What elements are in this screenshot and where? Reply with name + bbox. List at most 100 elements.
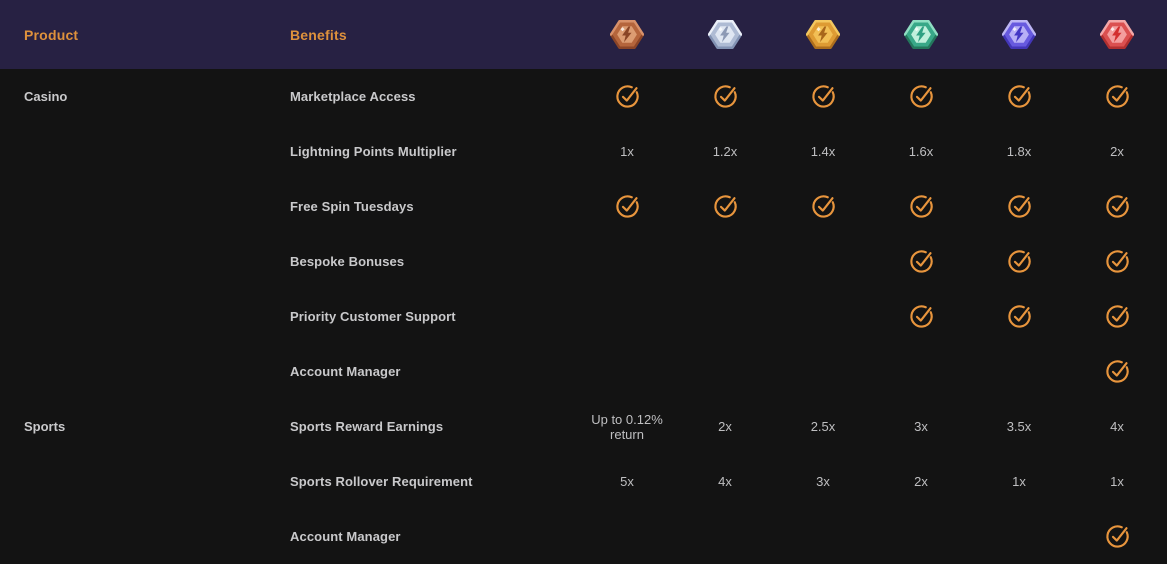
- check-cell: [970, 83, 1068, 110]
- tier-column-header: [970, 19, 1068, 50]
- value-cell: 5x: [578, 474, 676, 489]
- check-cell: [1068, 83, 1166, 110]
- value-text: 3x: [914, 419, 928, 434]
- check-cell: [774, 193, 872, 220]
- table-row: Sports Sports Reward Earnings Up to 0.12% …: [0, 399, 1167, 454]
- check-cell: [1068, 358, 1166, 385]
- value-cell: 1.6x: [872, 144, 970, 159]
- value-cell: 1.2x: [676, 144, 774, 159]
- benefit-label: Lightning Points Multiplier: [290, 144, 457, 159]
- table-row: Account Manager: [0, 509, 1167, 564]
- benefit-label: Free Spin Tuesdays: [290, 199, 414, 214]
- amethyst-badge-icon: [1002, 19, 1036, 50]
- value-cell: 1x: [578, 144, 676, 159]
- check-icon: [1104, 358, 1131, 385]
- benefit-label: Account Manager: [290, 364, 401, 379]
- value-text: 2x: [1110, 144, 1124, 159]
- check-icon: [1104, 523, 1131, 550]
- check-cell: [872, 303, 970, 330]
- value-text: 4x: [718, 474, 732, 489]
- ruby-badge-icon: [1100, 19, 1134, 50]
- value-text: 3x: [816, 474, 830, 489]
- value-cell: Up to 0.12% return: [578, 412, 676, 442]
- check-icon: [712, 83, 739, 110]
- check-icon: [908, 303, 935, 330]
- value-cell: 2x: [872, 474, 970, 489]
- value-text: 1.2x: [712, 144, 738, 159]
- value-cell: 1.8x: [970, 144, 1068, 159]
- value-cell: 2x: [676, 419, 774, 434]
- value-cell: 4x: [1068, 419, 1166, 434]
- check-cell: [774, 83, 872, 110]
- check-icon: [614, 193, 641, 220]
- tier-column-header: [1068, 19, 1166, 50]
- check-icon: [1104, 193, 1131, 220]
- value-cell: 1.4x: [774, 144, 872, 159]
- check-cell: [1068, 303, 1166, 330]
- check-icon: [810, 83, 837, 110]
- table-row: Sports Rollover Requirement 5x 4x 3x 2x 1x 1x: [0, 454, 1167, 509]
- value-text: 3.5x: [1006, 419, 1032, 434]
- value-cell: 2.5x: [774, 419, 872, 434]
- check-icon: [908, 248, 935, 275]
- value-text: 1.4x: [810, 144, 836, 159]
- product-label: Sports: [24, 419, 66, 434]
- check-icon: [1006, 83, 1033, 110]
- value-cell: 3x: [872, 419, 970, 434]
- check-icon: [810, 193, 837, 220]
- tier-column-header: [578, 19, 676, 50]
- table-row: Bespoke Bonuses: [0, 234, 1167, 289]
- check-icon: [1006, 193, 1033, 220]
- silver-badge-icon: [708, 19, 742, 50]
- value-text: 4x: [1110, 419, 1124, 434]
- check-icon: [1006, 248, 1033, 275]
- check-cell: [970, 193, 1068, 220]
- table-row: Priority Customer Support: [0, 289, 1167, 344]
- check-cell: [970, 303, 1068, 330]
- check-icon: [1006, 303, 1033, 330]
- value-text: 2x: [914, 474, 928, 489]
- value-text: 5x: [620, 474, 634, 489]
- tier-column-header: [774, 19, 872, 50]
- check-icon: [1104, 248, 1131, 275]
- check-icon: [712, 193, 739, 220]
- tier-column-header: [872, 19, 970, 50]
- check-cell: [578, 83, 676, 110]
- value-cell: 1x: [1068, 474, 1166, 489]
- table-row: Free Spin Tuesdays: [0, 179, 1167, 234]
- value-cell: 3.5x: [970, 419, 1068, 434]
- check-cell: [578, 193, 676, 220]
- product-label: Casino: [24, 89, 68, 104]
- check-cell: [1068, 193, 1166, 220]
- value-cell: 2x: [1068, 144, 1166, 159]
- check-cell: [676, 193, 774, 220]
- check-icon: [908, 83, 935, 110]
- benefit-label: Sports Reward Earnings: [290, 419, 444, 434]
- tier-column-header: [676, 19, 774, 50]
- product-column-header: Product: [24, 26, 79, 43]
- table-row: Account Manager: [0, 344, 1167, 399]
- check-cell: [676, 83, 774, 110]
- benefit-label: Priority Customer Support: [290, 309, 456, 324]
- value-text: 1x: [1110, 474, 1124, 489]
- benefits-column-header: Benefits: [290, 26, 347, 43]
- value-cell: 3x: [774, 474, 872, 489]
- table-row: Casino Marketplace Access: [0, 69, 1167, 124]
- value-text: 2.5x: [810, 419, 836, 434]
- value-cell: 4x: [676, 474, 774, 489]
- check-icon: [908, 193, 935, 220]
- value-text: 2x: [718, 419, 732, 434]
- check-cell: [1068, 248, 1166, 275]
- check-icon: [614, 83, 641, 110]
- value-text: 1.6x: [908, 144, 934, 159]
- check-icon: [1104, 303, 1131, 330]
- table-header-row: Product Benefits: [0, 0, 1167, 69]
- table-body: CasinoMarketplace Access Lightning Poin: [0, 69, 1167, 564]
- benefit-label: Account Manager: [290, 529, 401, 544]
- check-cell: [872, 193, 970, 220]
- rewards-comparison-table: Product Benefits Casino Marketplace Acce…: [0, 0, 1167, 564]
- benefit-label: Bespoke Bonuses: [290, 254, 405, 269]
- check-cell: [872, 83, 970, 110]
- benefit-label: Marketplace Access: [290, 89, 416, 104]
- check-icon: [1104, 83, 1131, 110]
